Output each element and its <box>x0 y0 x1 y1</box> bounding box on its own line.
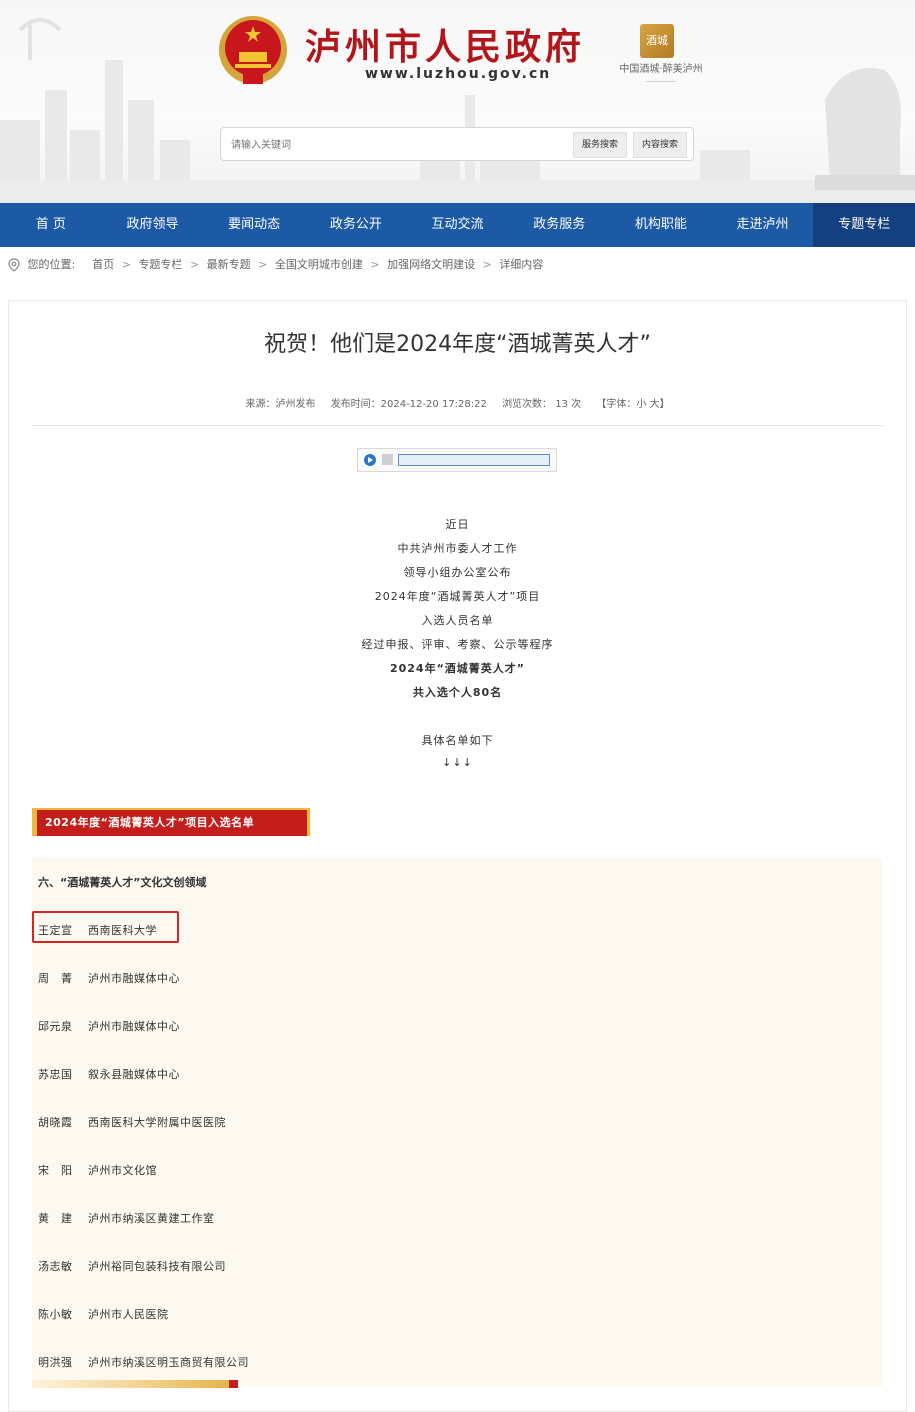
breadcrumb-separator: > <box>189 258 200 271</box>
breadcrumb-separator: > <box>482 258 492 271</box>
nav-services[interactable]: 政务服务 <box>508 203 610 247</box>
list-item: 王定宣 西南医科大学 <box>38 922 157 938</box>
nav-interaction[interactable]: 互动交流 <box>407 203 509 247</box>
article-publish-time: 发布时间：2024-12-20 17:28:22 <box>330 399 487 410</box>
font-size-toggle[interactable]: 【字体：小 大】 <box>596 399 669 410</box>
banner-title: 2024年度“酒城菁英人才”项目入选名单 <box>37 810 307 836</box>
stop-icon[interactable] <box>382 454 393 465</box>
main-nav: 首 页 政府领导 要闻动态 政务公开 互动交流 政务服务 机构职能 走进泸州 专… <box>0 203 915 247</box>
site-title: 泸州市人民政府 <box>305 27 586 68</box>
play-icon[interactable] <box>364 454 376 466</box>
list-footer-bar <box>32 1380 230 1388</box>
list-item: 胡晓霞 西南医科大学附属中医医院 <box>38 1114 226 1130</box>
nav-news[interactable]: 要闻动态 <box>203 203 305 247</box>
list-item: 汤志敏 泸州裕同包装科技有限公司 <box>38 1258 226 1274</box>
recipient-name: 胡晓霞 <box>38 1116 73 1129</box>
content-search-button[interactable]: 内容搜索 <box>633 132 688 158</box>
service-search-button[interactable]: 服务搜索 <box>573 132 628 158</box>
location-pin-icon <box>8 258 20 272</box>
recipient-org: 泸州市融媒体中心 <box>88 1020 180 1033</box>
recipient-name: 陈小敏 <box>38 1308 73 1321</box>
list-footer-accent <box>229 1380 238 1388</box>
list-item: 黄 建 泸州市纳溪区黄建工作室 <box>38 1210 215 1226</box>
article-view-count: 浏览次数： 13 次 <box>502 399 582 410</box>
recipient-org: 叙永县融媒体中心 <box>88 1068 180 1081</box>
recipient-org: 泸州市文化馆 <box>88 1164 157 1177</box>
site-header: 泸州市人民政府 www.luzhou.gov.cn 酒城 中国酒城·醉美泸州 —… <box>0 0 915 203</box>
intro-bold-line: 2024年“酒城菁英人才” <box>389 662 526 675</box>
nav-gov-leaders[interactable]: 政府领导 <box>102 203 204 247</box>
breadcrumb: 您的位置: 首页 > 专题专栏 > 最新专题 > 全国文明城市创建 > 加强网络… <box>8 255 543 275</box>
recipient-name: 明洪强 <box>38 1356 73 1369</box>
article-title: 祝贺！他们是2024年度“酒城菁英人才” <box>264 332 651 357</box>
list-item: 邱元泉 泸州市融媒体中心 <box>38 1018 180 1034</box>
list-item: 宋 阳 泸州市文化馆 <box>38 1162 157 1178</box>
brand-slogan: 中国酒城·醉美泸州 ————— <box>616 64 706 88</box>
brand-slogan-fineprint: ————— <box>646 78 676 85</box>
intro-line: 经过申报、评审、考察、公示等程序 <box>361 638 554 651</box>
article-source: 来源：泸州发布 <box>245 399 316 410</box>
brand-logo: 酒城 <box>640 24 674 58</box>
list-banner: 2024年度“酒城菁英人才”项目入选名单 <box>32 808 310 836</box>
list-item: 陈小敏 泸州市人民医院 <box>38 1306 169 1322</box>
list-item: 周 菁 泸州市融媒体中心 <box>38 970 180 986</box>
intro-line: 2024年度“酒城菁英人才”项目 <box>374 590 541 603</box>
list-section-heading: 六、“酒城菁英人才”文化文创领域 <box>38 876 207 889</box>
audio-player <box>357 448 557 472</box>
recipient-name: 苏忠国 <box>38 1068 73 1081</box>
intro-bold-line: 共入选个人80名 <box>412 686 503 699</box>
recipient-org: 泸州市人民医院 <box>88 1308 169 1321</box>
intro-line: 中共泸州市委人才工作 <box>397 542 518 555</box>
article-meta: 来源：泸州发布 发布时间：2024-12-20 17:28:22 浏览次数： 1… <box>0 395 915 410</box>
down-arrows: ↓↓↓ <box>442 756 473 769</box>
search-bar: 服务搜索 内容搜索 <box>220 127 694 161</box>
site-url: www.luzhou.gov.cn <box>365 66 552 82</box>
recipient-org: 泸州裕同包装科技有限公司 <box>88 1260 226 1273</box>
nav-special-topics[interactable]: 专题专栏 <box>813 203 915 247</box>
breadcrumb-special-topics[interactable]: 专题专栏 <box>138 258 182 271</box>
recipient-org: 西南医科大学 <box>88 924 157 937</box>
national-emblem-icon <box>219 16 287 84</box>
breadcrumb-network-civilization[interactable]: 加强网络文明建设 <box>387 258 475 271</box>
breadcrumb-civilized-city[interactable]: 全国文明城市创建 <box>275 258 363 271</box>
list-item: 苏忠国 叙永县融媒体中心 <box>38 1066 180 1082</box>
recipient-org: 泸州市融媒体中心 <box>88 972 180 985</box>
nav-institutions[interactable]: 机构职能 <box>610 203 712 247</box>
intro-line: 入选人员名单 <box>421 614 494 627</box>
brand-slogan-text: 中国酒城·醉美泸州 <box>619 64 703 75</box>
intro-line: 领导小组办公室公布 <box>403 566 512 579</box>
breadcrumb-prefix: 您的位置: <box>27 258 76 271</box>
recipient-name: 宋 阳 <box>38 1164 73 1177</box>
recipient-name: 汤志敏 <box>38 1260 73 1273</box>
breadcrumb-separator: > <box>121 258 131 271</box>
recipient-org: 泸州市纳溪区黄建工作室 <box>88 1212 215 1225</box>
recipient-name: 黄 建 <box>38 1212 73 1225</box>
list-item: 明洪强 泸州市纳溪区明玉商贸有限公司 <box>38 1354 249 1370</box>
breadcrumb-latest-topics[interactable]: 最新专题 <box>207 258 251 271</box>
nav-open-affairs[interactable]: 政务公开 <box>305 203 407 247</box>
breadcrumb-home[interactable]: 首页 <box>92 258 114 271</box>
nav-home[interactable]: 首 页 <box>0 203 102 247</box>
intro-line: 近日 <box>445 518 470 531</box>
recipient-name: 周 菁 <box>38 972 73 985</box>
title-divider <box>32 425 883 426</box>
nav-about-luzhou[interactable]: 走进泸州 <box>712 203 814 247</box>
recipient-org: 泸州市纳溪区明玉商贸有限公司 <box>88 1356 249 1369</box>
recipient-name: 王定宣 <box>38 924 73 937</box>
breadcrumb-current: 详细内容 <box>499 258 544 271</box>
breadcrumb-separator: > <box>258 258 268 271</box>
breadcrumb-separator: > <box>370 258 380 271</box>
audio-progress-bar[interactable] <box>398 454 550 466</box>
stone-lion-decoration <box>815 68 915 190</box>
recipient-name: 邱元泉 <box>38 1020 73 1033</box>
recipient-org: 西南医科大学附属中医医院 <box>88 1116 226 1129</box>
intro-line: 具体名单如下 <box>421 734 494 747</box>
search-input[interactable] <box>229 132 573 158</box>
